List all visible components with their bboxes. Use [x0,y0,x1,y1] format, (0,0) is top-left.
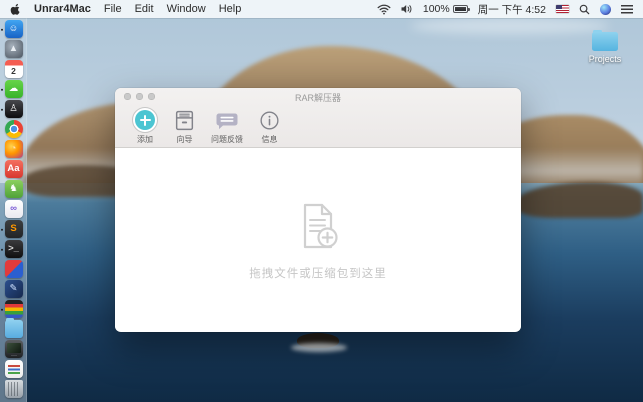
sea-rock [297,333,339,348]
unrar-app-window: RAR解压器 添加 向导 [115,88,521,332]
firefox-icon[interactable]: ◔ [4,140,23,159]
menu-bar: Unrar4Mac File Edit Window Help 100% 周一 下午 … [0,0,643,18]
battery-status[interactable]: 100% [423,3,468,15]
folder-icon [592,32,618,51]
feedback-button[interactable]: 问题反馈 [211,107,243,145]
red-blue-cube-icon[interactable] [4,260,23,279]
display-icon[interactable] [4,340,23,359]
menu-edit[interactable]: Edit [135,3,154,15]
battery-percent: 100% [423,3,450,15]
traffic-lights [124,93,155,100]
menu-help[interactable]: Help [219,3,242,15]
apple-menu-icon[interactable] [10,3,21,16]
info-button-label: 信息 [262,134,278,145]
add-button[interactable]: 添加 [132,107,158,145]
chrome-icon[interactable] [4,120,23,139]
cloud [410,18,610,34]
drop-hint-text: 拖拽文件或压缩包到这里 [249,265,387,281]
calendar-icon[interactable]: 2 [4,60,23,79]
dock: ☺▲2☁♙ ◔Aa♞∞S>_ ✎ [0,18,27,402]
wizard-button[interactable]: 向导 [173,107,196,145]
qq-icon[interactable]: ♙ [4,100,23,119]
evernote-icon[interactable]: ♞ [4,180,23,199]
active-app-name[interactable]: Unrar4Mac [34,3,91,15]
zoom-window-button[interactable] [148,93,155,100]
menu-window[interactable]: Window [167,3,206,15]
add-document-icon [290,198,346,254]
minimize-window-button[interactable] [136,93,143,100]
wizard-drawer-icon [173,107,196,133]
us-flag-icon[interactable] [556,5,569,14]
info-circle-icon [258,107,281,133]
window-header: RAR解压器 添加 向导 [115,88,521,148]
menu-bar-clock[interactable]: 周一 下午 4:52 [478,2,546,17]
add-plus-icon [132,107,158,133]
toolbar: 添加 向导 [115,104,521,145]
terminal-icon[interactable]: >_ [4,240,23,259]
spotlight-search-icon[interactable] [579,4,590,15]
volume-icon[interactable] [401,4,413,14]
siri-icon[interactable] [600,4,611,15]
media-player-icon[interactable] [4,300,23,319]
wizard-button-label: 向导 [177,134,193,145]
info-button[interactable]: 信息 [258,107,281,145]
finder-icon[interactable]: ☺ [4,20,23,39]
sublime-text-icon[interactable]: S [4,220,23,239]
wechat-icon[interactable]: ☁ [4,80,23,99]
menu-file[interactable]: File [104,3,122,15]
trash-icon[interactable] [4,380,23,399]
red-dictionary-icon[interactable]: Aa [4,160,23,179]
feedback-button-label: 问题反馈 [211,134,243,145]
add-button-label: 添加 [137,134,153,145]
menu-items: File Edit Window Help [104,3,241,15]
blue-folder-icon[interactable] [4,320,23,339]
launchpad-icon[interactable]: ▲ [4,40,23,59]
window-title: RAR解压器 [115,88,521,104]
blue-pen-icon[interactable]: ✎ [4,280,23,299]
notes-icon[interactable] [4,360,23,379]
close-window-button[interactable] [124,93,131,100]
feedback-bubble-icon [215,107,239,133]
battery-icon [453,5,468,13]
loops-photos-icon[interactable]: ∞ [4,200,23,219]
wifi-icon[interactable] [377,4,391,15]
notification-center-icon[interactable] [621,5,633,14]
desktop-folder-projects[interactable]: Projects [588,32,622,64]
folder-label: Projects [588,54,622,64]
drop-zone[interactable]: 拖拽文件或压缩包到这里 [115,148,521,331]
